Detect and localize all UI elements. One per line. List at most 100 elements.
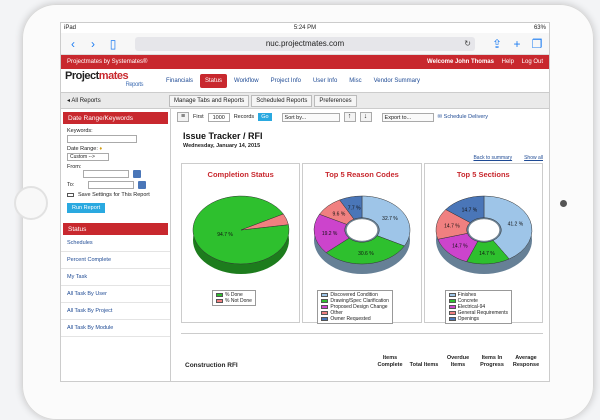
sort-select[interactable]: Sort by... <box>281 112 340 122</box>
donut-hole <box>467 218 500 242</box>
sort-up-icon[interactable]: ↑ <box>343 112 356 122</box>
legend-swatch <box>216 299 223 303</box>
column-header: Average Response <box>512 355 540 368</box>
all-reports-link[interactable]: ◂ All Reports <box>61 97 169 104</box>
report-links: Back to summary Show all <box>473 155 543 161</box>
chart-title: Completion Status <box>207 170 274 179</box>
menu-icon[interactable]: ≡ <box>177 112 189 122</box>
go-button[interactable]: Go <box>258 113 272 121</box>
legend-swatch <box>448 293 456 297</box>
slice-label: 14.7 % <box>452 244 468 250</box>
back-arrow-icon[interactable]: ‹ <box>67 38 79 50</box>
legend-label: Owner Requested <box>330 316 371 322</box>
trophy-icon: ♦ <box>99 146 103 152</box>
column-header: Items In Progress <box>480 355 504 368</box>
share-icon[interactable]: ⇪ <box>491 38 503 50</box>
camera-dot <box>560 200 567 207</box>
main-nav: Projectmates Reports Financials Status W… <box>61 69 549 93</box>
date-range-label: Date Range: ♦ <box>67 146 103 152</box>
legend-item: Owner Requested <box>321 316 389 322</box>
reason-codes-panel: Top 5 Reason Codes 32.7 % 30.6 % 19.2 % 9.6… <box>302 163 422 324</box>
records-label: Records <box>233 114 255 120</box>
sidebar-item-my-task[interactable]: My Task <box>61 269 170 286</box>
sidebar-item-task-by-project[interactable]: All Task By Project <box>61 303 170 320</box>
tab-user-info[interactable]: User Info <box>308 74 342 88</box>
donut-hole <box>346 218 379 242</box>
sidebar: Date Range/Keywords Keywords: Date Range… <box>61 109 171 381</box>
battery-label: 63% <box>533 25 546 31</box>
tab-status[interactable]: Status <box>200 73 228 88</box>
new-tab-icon[interactable]: + <box>511 38 523 50</box>
to-label: To: <box>67 182 75 188</box>
run-report-button[interactable]: Run Report <box>67 203 106 213</box>
tab-misc[interactable]: Misc <box>344 74 366 88</box>
column-header: Items Complete <box>377 355 403 368</box>
filter-form: Keywords: Date Range: ♦ Custom --> From:… <box>61 124 170 217</box>
legend-swatch <box>216 293 223 297</box>
chart-title: Top 5 Reason Codes <box>325 170 399 179</box>
scheduled-reports-button[interactable]: Scheduled Reports <box>251 94 313 107</box>
brand-text: Projectmates by Systemates® <box>67 59 148 65</box>
legend-swatch <box>448 311 456 315</box>
slice-label: 14.7 % <box>479 251 495 257</box>
logout-link[interactable]: Log Out <box>522 59 543 65</box>
sections-panel: Top 5 Sections 41.2 % 14.7 % 14.7 % 14.7 % 1… <box>423 163 543 324</box>
legend-item: % Not Done <box>216 298 252 304</box>
help-link[interactable]: Help <box>502 59 514 65</box>
legend-item: Openings <box>448 316 508 322</box>
tab-workflow[interactable]: Workflow <box>229 74 264 88</box>
tabs-icon[interactable]: ❐ <box>531 38 543 50</box>
calendar-icon[interactable] <box>133 170 141 178</box>
completion-pie-chart: 94.7 % <box>192 195 290 274</box>
back-to-summary-link[interactable]: Back to summary <box>473 155 512 161</box>
to-date-input[interactable] <box>88 181 135 189</box>
from-date-input[interactable] <box>83 170 129 178</box>
bookmarks-icon[interactable]: ▯ <box>107 38 119 50</box>
tab-vendor-summary[interactable]: Vendor Summary <box>369 74 425 88</box>
records-input[interactable]: 1000 <box>207 112 230 122</box>
logo: Projectmates Reports <box>65 69 144 88</box>
sidebar-item-task-by-module[interactable]: All Task By Module <box>61 320 170 337</box>
column-header: Overdue Items <box>446 355 470 368</box>
url-text: nuc.projectmates.com <box>265 39 345 48</box>
ios-status-bar: iPad 5:24 PM 63% <box>61 23 549 33</box>
sidebar-item-percent-complete[interactable]: Percent Complete <box>61 252 170 269</box>
schedule-delivery-link[interactable]: ✉ Schedule Delivery <box>438 114 488 120</box>
reload-icon[interactable]: ↻ <box>464 39 471 48</box>
keywords-label: Keywords: <box>67 128 93 134</box>
slice-label: 14.7 % <box>461 207 477 213</box>
save-settings-checkbox[interactable] <box>67 193 74 197</box>
calendar-icon[interactable] <box>138 181 147 189</box>
tab-project-info[interactable]: Project Info <box>266 74 306 88</box>
export-select[interactable]: Export to... <box>381 112 434 122</box>
status-header: Status <box>63 223 168 235</box>
home-button[interactable] <box>14 186 48 220</box>
keywords-input[interactable] <box>67 135 137 143</box>
tab-financials[interactable]: Financials <box>161 74 198 88</box>
forward-arrow-icon[interactable]: › <box>87 38 99 50</box>
app-header: Projectmates by Systemates® Welcome John… <box>61 55 549 69</box>
report-date: Wednesday, January 14, 2015 <box>183 143 261 149</box>
legend-swatch <box>448 317 456 321</box>
rfi-table-header: Construction RFI Items Complete Total It… <box>181 333 543 373</box>
sort-down-icon[interactable]: ↓ <box>359 112 372 122</box>
welcome-text: Welcome John Thomas <box>427 59 494 65</box>
slice-label: 14.7 % <box>444 224 460 230</box>
tablet-frame: iPad 5:24 PM 63% ‹ › ▯ nuc.projectmates.… <box>0 0 600 420</box>
save-settings-label: Save Settings for This Report <box>78 192 150 198</box>
slice-label: 30.6 % <box>358 251 374 257</box>
address-bar[interactable]: nuc.projectmates.com ↻ <box>135 36 475 51</box>
preferences-button[interactable]: Preferences <box>314 94 357 107</box>
date-range-select[interactable]: Custom --> <box>67 153 109 161</box>
slice-label: 32.7 % <box>383 216 399 222</box>
slice-label: 41.2 % <box>507 222 523 228</box>
sidebar-item-task-by-user[interactable]: All Task By User <box>61 286 170 303</box>
show-all-link[interactable]: Show all <box>524 155 543 161</box>
manage-tabs-button[interactable]: Manage Tabs and Reports <box>169 94 250 107</box>
report-title: Issue Tracker / RFI <box>183 131 263 141</box>
reason-codes-donut-chart: 32.7 % 30.6 % 19.2 % 9.6 %7.7 % <box>314 195 411 274</box>
sidebar-item-schedules[interactable]: Schedules <box>61 235 170 252</box>
column-header: Total Items <box>409 362 439 368</box>
carrier-label: iPad <box>64 25 77 31</box>
sub-nav: ◂ All Reports Manage Tabs and Reports Sc… <box>61 93 549 109</box>
